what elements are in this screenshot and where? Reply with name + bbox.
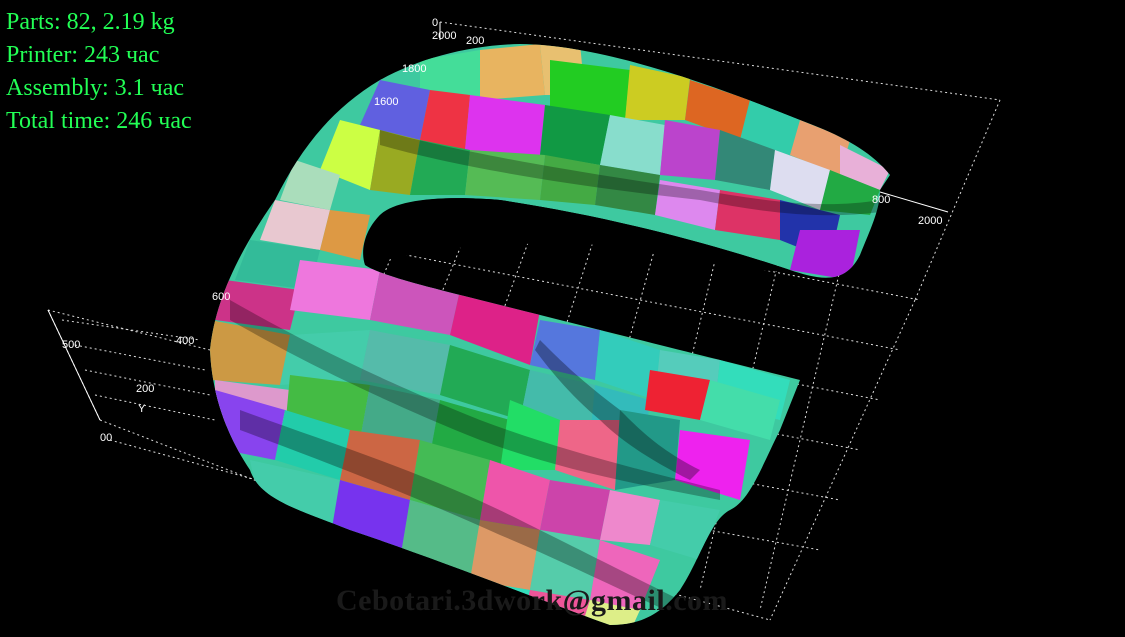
axis-label-top-1600: 1600 xyxy=(374,96,398,108)
total-time-stat: Total time: 246 час xyxy=(6,108,192,134)
printer-time-stat: Printer: 243 час xyxy=(6,42,160,68)
axis-label-top-1800: 1800 xyxy=(402,63,426,75)
axis-label-left-500: 500 xyxy=(62,339,80,351)
watermark: Cebotari.3dwork@gmail.com xyxy=(336,584,729,617)
hood-model[interactable] xyxy=(200,40,900,632)
axis-label-origin: 00 xyxy=(100,432,112,444)
parts-stat: Parts: 82, 2.19 kg xyxy=(6,9,175,35)
stats-overlay: Parts: 82, 2.19 kg Printer: 243 час Asse… xyxy=(6,6,192,138)
axis-label-top-200: 200 xyxy=(466,35,484,47)
axis-label-right-800: 800 xyxy=(872,194,890,206)
axis-label-left-600: 600 xyxy=(212,291,230,303)
assembly-time-stat: Assembly: 3.1 час xyxy=(6,75,185,101)
axis-label-right-2000: 2000 xyxy=(918,215,942,227)
axis-label-top-2000: 2000 xyxy=(432,30,456,42)
axis-label-y: Y xyxy=(138,403,146,415)
axis-label-left-400: 400 xyxy=(176,335,194,347)
axis-label-left-200: 200 xyxy=(136,383,154,395)
axis-label-top-0: 0 xyxy=(432,17,438,29)
